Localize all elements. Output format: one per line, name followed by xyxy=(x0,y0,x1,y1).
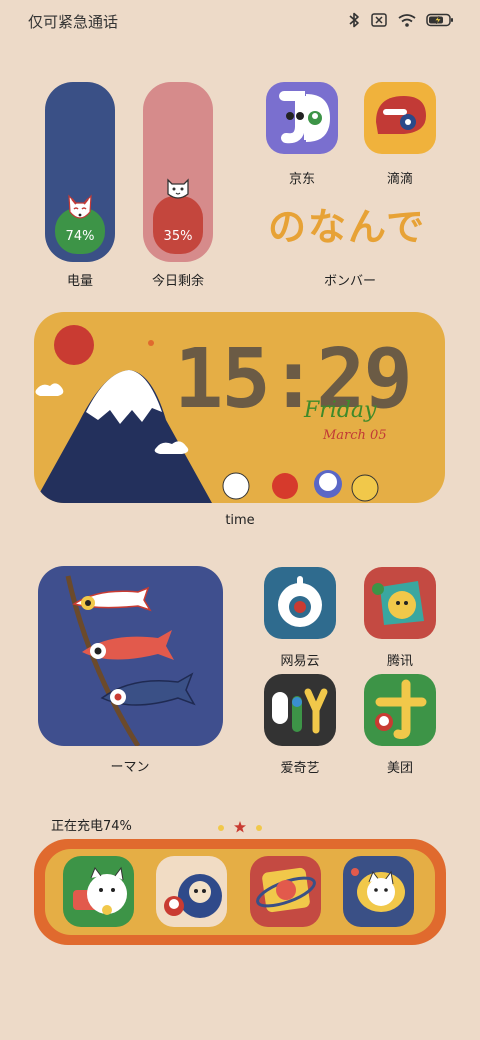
app-tencent-label: 腾讯 xyxy=(386,654,413,669)
remaining-gauge-widget[interactable]: 35% xyxy=(143,82,213,262)
mascot-characters xyxy=(222,470,379,502)
meituan-logo-icon xyxy=(375,679,427,739)
app-meituan-label: 美团 xyxy=(386,761,413,776)
daruma-icon xyxy=(164,874,222,918)
clock-day: Friday xyxy=(304,398,377,423)
dock-app-planet[interactable] xyxy=(250,856,321,927)
app-netease-music-label: 网易云 xyxy=(280,654,320,669)
planet-ticket-icon xyxy=(256,867,316,913)
app-dock-inner xyxy=(45,849,435,935)
status-icons xyxy=(348,12,454,28)
app-iqiyi-label: 爱奇艺 xyxy=(280,761,320,776)
app-iqiyi[interactable] xyxy=(264,674,336,746)
app-didi[interactable] xyxy=(364,82,436,154)
koinobori-illustration xyxy=(65,575,196,746)
koinobori-widget[interactable] xyxy=(38,566,223,746)
bluetooth-icon xyxy=(348,12,360,28)
app-dock xyxy=(34,839,446,945)
page-dot-current-star-icon[interactable] xyxy=(234,818,246,837)
clock-widget-label: time xyxy=(225,513,255,528)
dock-app-cat-bubble[interactable] xyxy=(343,856,414,927)
dock-app-lucky-cat[interactable] xyxy=(63,856,134,927)
banner-title-text: のなんで xyxy=(268,205,426,249)
page-dot-3[interactable] xyxy=(256,824,262,831)
app-tencent[interactable] xyxy=(364,567,436,639)
jd-logo-icon xyxy=(279,91,331,144)
page-indicator[interactable] xyxy=(218,818,262,837)
clock-widget[interactable]: 15:29 Friday March 05 xyxy=(34,312,445,503)
battery-gauge-widget[interactable]: 74% xyxy=(45,82,115,262)
banner-label: ボンバー xyxy=(323,274,376,289)
remaining-gauge-label: 今日剩余 xyxy=(151,274,204,289)
app-netease-music[interactable] xyxy=(264,567,336,639)
app-jd[interactable] xyxy=(266,82,338,154)
cat-icon xyxy=(164,174,192,206)
dock-app-daruma[interactable] xyxy=(156,856,227,927)
cat-chat-bubble-icon xyxy=(351,868,405,912)
fox-mask-icon xyxy=(66,194,94,228)
status-carrier-text: 仅可紧急通话 xyxy=(28,13,119,31)
iqiyi-logo-icon xyxy=(272,688,328,734)
app-didi-label: 滴滴 xyxy=(386,172,413,187)
lucky-cat-icon xyxy=(73,866,127,915)
tencent-logo-icon xyxy=(372,581,424,625)
clock-date: March 05 xyxy=(323,428,387,443)
koinobori-widget-label: ーマン xyxy=(110,760,150,775)
wifi-icon xyxy=(398,13,416,28)
battery-charging-icon xyxy=(426,13,454,27)
battery-gauge-value: 74% xyxy=(65,229,95,244)
no-sim-icon xyxy=(370,12,388,28)
didi-logo-icon xyxy=(376,96,426,134)
charging-status-text: 正在充电74% xyxy=(51,819,132,834)
banner-title: のなんで xyxy=(268,200,438,250)
netease-music-logo-icon xyxy=(278,576,322,627)
page-dot-1[interactable] xyxy=(218,824,224,831)
app-jd-label: 京东 xyxy=(288,172,315,187)
remaining-gauge-value: 35% xyxy=(163,229,193,244)
battery-gauge-label: 电量 xyxy=(66,274,93,289)
app-meituan[interactable] xyxy=(364,674,436,746)
